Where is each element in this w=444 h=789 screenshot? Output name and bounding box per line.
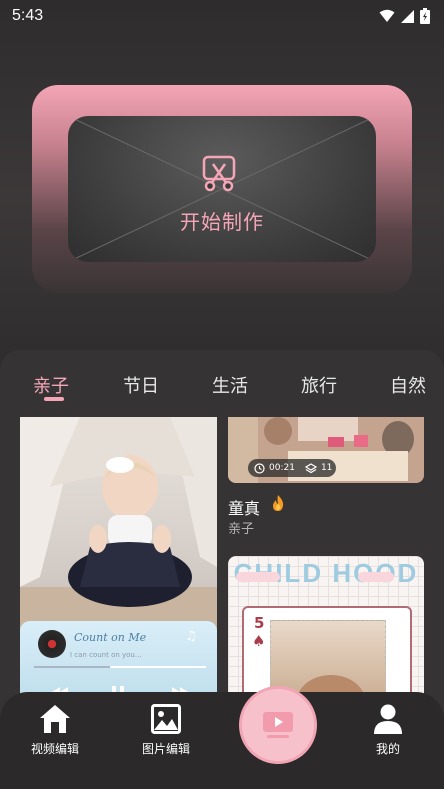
create-card[interactable]: 开始制作 [32,85,412,293]
tab-jieri[interactable]: 节日 [123,372,159,398]
create-label: 开始制作 [180,210,264,234]
active-tab-indicator [44,397,64,401]
card-number: 5 [254,614,265,632]
nav-image-edit[interactable]: 图片编辑 [126,704,206,757]
nav-video-edit-label: 视频编辑 [30,742,79,756]
tab-lvxing[interactable]: 旅行 [301,372,337,398]
music-title: Count on Me [74,631,147,644]
nav-profile[interactable]: 我的 [348,704,428,757]
fire-icon [273,495,284,511]
template-card-baby[interactable]: Count on Me ♫ I can count on you... [20,417,217,707]
layer-count: 11 [320,463,333,473]
wifi-icon [379,9,395,22]
music-subtitle: I can count on you... [70,651,142,659]
status-icons [379,8,430,24]
nav-video-edit[interactable]: 视频编辑 [15,704,95,757]
cloud-decoration [236,572,280,582]
tab-shenghuo[interactable]: 生活 [212,372,248,398]
image-icon [151,704,181,734]
nav-profile-label: 我的 [375,742,400,756]
status-bar: 5:43 [0,0,444,32]
cloud-decoration [358,572,394,582]
music-note-icon: ♫ [185,629,197,644]
vinyl-disc-icon [38,630,66,658]
template-subtitle: 亲子 [228,522,255,537]
video-duration: 00:21 [269,463,295,473]
template-title: 童真 [228,499,261,518]
scissors-icon [202,155,236,192]
baby-photo [20,417,217,627]
play-icon [263,712,293,738]
signal-icon [401,9,414,23]
tab-ziran[interactable]: 自然 [390,372,426,398]
create-video-button[interactable] [239,686,317,764]
card-suit: ♠ [252,632,266,650]
create-button[interactable]: 开始制作 [68,116,376,262]
template-card-tongzhen[interactable]: 00:21 11 [228,417,424,483]
layers-icon [304,462,317,473]
nav-image-edit-label: 图片编辑 [141,742,190,756]
category-tabs: 亲子 节日 生活 旅行 自然 [0,372,444,406]
template-card-childhood[interactable]: CHILD HOOD 5 ♠ [228,556,424,707]
battery-icon [420,8,430,24]
home-icon [40,705,70,733]
music-progress-bar [34,666,206,668]
status-time: 5:43 [12,7,44,24]
clock-icon [254,462,265,474]
video-meta-badge: 00:21 11 [248,459,336,477]
user-icon [374,704,402,734]
tab-qinzi[interactable]: 亲子 [33,372,69,398]
